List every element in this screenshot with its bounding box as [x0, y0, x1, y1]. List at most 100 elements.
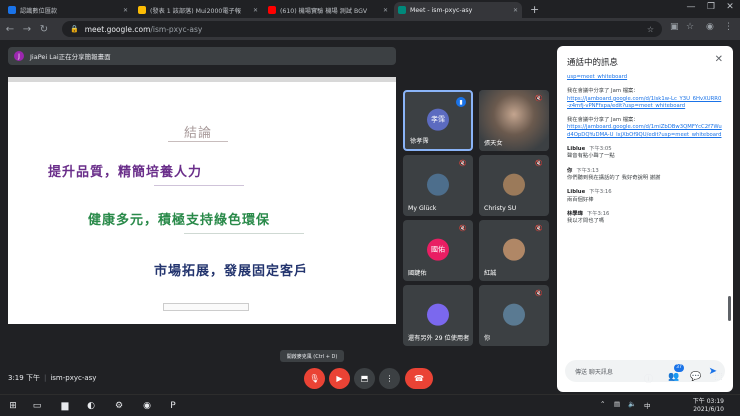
close-window-button[interactable]: ✕ — [722, 2, 738, 12]
browser-tab-active[interactable]: Meet - ism-pxyc-asy ✕ — [394, 2, 522, 18]
close-icon[interactable]: ✕ — [715, 54, 723, 65]
mic-toggle-button[interactable]: 🎙 — [304, 368, 325, 389]
close-icon[interactable]: ✕ — [253, 7, 258, 14]
participant-tile[interactable]: 孝霈 ▮ 徐孝霈 — [403, 90, 473, 151]
participant-tile[interactable]: 國佑 🔇 國鍵佑 — [403, 220, 473, 281]
taskbar: ⊞ ▭ ▆ ◐ ⚙ ◉ P ⌃ ▤ 🔈 中 下午 03:19 2021/6/10 — [0, 394, 740, 416]
browser-tab[interactable]: (610) 機場實驗 機場 測試 BGV ✕ — [264, 2, 392, 18]
people-icon[interactable]: 👥 — [668, 372, 679, 382]
present-button[interactable]: ⬒ — [354, 368, 375, 389]
message-sender: 林學瑋 — [567, 210, 583, 217]
forward-button[interactable]: → — [20, 24, 34, 35]
slide-line: 市場拓展，發展固定客戶 — [154, 264, 309, 279]
slide-toolbar[interactable] — [163, 303, 249, 311]
control-bar: 3:19 下午 | ism-pxyc-asy 🎙 ▶ ⬒ ⋮ ☎ ⓘ 👥 37 💬 … — [0, 364, 740, 394]
settings-icon[interactable]: ⚙ — [112, 399, 126, 413]
browser-tab[interactable]: (發表 1 該部落) Mui2000電子報 ✕ — [134, 2, 262, 18]
participant-tile[interactable]: 🔇 Christy SU — [479, 155, 549, 216]
message-link[interactable]: https://jamboard.google.com/d/1miZbDBw3Q… — [567, 124, 723, 139]
meet-window: J JiaPei Lai正在分享簡報畫面 結論 提升品質，精簡培養人力 健康多元… — [0, 40, 740, 394]
chat-message: 林學瑋 下午3:16 我以才問也了嗎 — [567, 211, 723, 226]
chat-message: usp=meet_whiteboard — [567, 74, 723, 81]
divider — [184, 233, 304, 234]
message-text: 我以才問也了嗎 — [567, 218, 605, 225]
chat-message: Liblue 下午3:16 兩百個好棒 — [567, 189, 723, 204]
tray-chevron-icon[interactable]: ⌃ — [600, 400, 605, 408]
message-sender: 你 — [567, 167, 573, 174]
volume-icon[interactable]: 🔈 — [628, 400, 636, 408]
participant-tile[interactable]: 🔇 張天女 — [479, 90, 549, 151]
network-icon[interactable]: ▤ — [614, 400, 620, 408]
message-link[interactable]: usp=meet_whiteboard — [567, 74, 723, 81]
url-path: /ism-pxyc-asy — [150, 24, 203, 34]
message-time: 下午3:05 — [589, 146, 612, 153]
chat-message: 我在會議中分享了 Jam 檔案： https://jamboard.google… — [567, 117, 723, 139]
tab-favicon-icon — [138, 6, 146, 14]
windows-start-icon[interactable]: ⊞ — [6, 399, 20, 413]
reload-button[interactable]: ↻ — [37, 24, 51, 35]
more-options-button[interactable]: ⋮ — [379, 368, 400, 389]
chat-scrollbar[interactable] — [728, 296, 731, 321]
message-time: 下午3:16 — [586, 210, 610, 217]
message-text: 兩百個好棒 — [567, 196, 594, 203]
address-bar-row: ← → ↻ 🔒 meet.google.com/ism-pxyc-asy ☆ ▣… — [0, 18, 740, 40]
info-icon[interactable]: ⓘ — [644, 372, 653, 385]
file-explorer-icon[interactable]: ▆ — [58, 399, 72, 413]
mic-off-icon: 🔇 — [459, 160, 467, 167]
chat-icon[interactable]: 💬 — [690, 372, 701, 382]
participant-name: 你 — [484, 335, 491, 342]
message-time: 下午3:13 — [576, 167, 599, 174]
avatar: 孝霈 — [427, 108, 449, 131]
slide-line: 提升品質，精簡培養人力 — [48, 165, 203, 180]
message-link[interactable]: https://jamboard.google.com/d/1lsk1w-Lc_… — [567, 96, 723, 111]
meeting-time: 3:19 下午 — [8, 374, 40, 382]
youtube-icon — [268, 6, 276, 14]
chrome-icon[interactable]: ◉ — [140, 399, 154, 413]
browser-tab[interactable]: 認識數位匯款 ✕ — [4, 2, 132, 18]
close-icon[interactable]: ✕ — [513, 7, 518, 14]
task-view-icon[interactable]: ▭ — [30, 399, 44, 413]
participant-name: 徐孝霈 — [410, 138, 429, 145]
mic-off-icon: 🎙 — [309, 374, 320, 383]
ime-indicator[interactable]: 中 — [644, 400, 651, 410]
participant-count-badge: 37 — [674, 364, 684, 372]
participant-name: My Glück — [408, 205, 437, 212]
menu-dots-icon[interactable]: ⋮ — [724, 22, 733, 32]
avatar: 國佑 — [427, 238, 449, 261]
chat-message: 我在會議中分享了 Jam 檔案： https://jamboard.google… — [567, 88, 723, 110]
profile-avatar[interactable]: ◉ — [706, 22, 714, 32]
message-time: 下午3:16 — [589, 189, 612, 196]
mic-off-icon: 🔇 — [535, 290, 543, 297]
camera-icon[interactable]: ▣ — [670, 22, 679, 32]
tab-label: (發表 1 該部落) Mui2000電子報 — [150, 7, 241, 15]
edge-icon[interactable]: ◐ — [84, 399, 98, 413]
minimize-button[interactable]: — — [683, 2, 699, 12]
more-participants-tile[interactable]: 還有另外 29 位使用者 — [403, 285, 473, 346]
close-icon[interactable]: ✕ — [123, 7, 128, 14]
back-button[interactable]: ← — [3, 24, 17, 35]
leave-call-button[interactable]: ☎ — [405, 368, 433, 389]
star-icon[interactable]: ☆ — [686, 22, 694, 32]
url-field[interactable]: 🔒 meet.google.com/ism-pxyc-asy ☆ — [62, 21, 662, 37]
bookmark-star-icon[interactable]: ☆ — [647, 25, 654, 34]
tab-label: Meet - ism-pxyc-asy — [410, 6, 473, 14]
powerpoint-icon[interactable]: P — [166, 399, 180, 413]
participant-tile[interactable]: 🔇 紅誠 — [479, 220, 549, 281]
url-host: meet.google.com — [84, 24, 151, 34]
new-tab-button[interactable]: + — [530, 3, 539, 16]
close-icon[interactable]: ✕ — [383, 7, 388, 14]
clock-time: 下午 03:19 — [692, 398, 724, 405]
slide-line: 健康多元，積極支持綠色環保 — [88, 213, 271, 228]
clock[interactable]: 下午 03:19 2021/6/10 — [693, 398, 724, 414]
chat-title: 通話中的訊息 — [567, 58, 619, 68]
maximize-button[interactable]: ❐ — [703, 2, 719, 12]
mic-off-icon: 🔇 — [459, 225, 467, 232]
avatar — [503, 238, 525, 261]
avatar: J — [14, 51, 24, 61]
self-tile[interactable]: 🔇 你 — [479, 285, 549, 346]
mic-off-icon: 🔇 — [535, 95, 543, 102]
participant-tile[interactable]: 🔇 My Glück — [403, 155, 473, 216]
camera-toggle-button[interactable]: ▶ — [329, 368, 350, 389]
mic-off-icon: 🔇 — [535, 160, 543, 167]
activities-icon[interactable]: ⬚ — [714, 372, 723, 382]
